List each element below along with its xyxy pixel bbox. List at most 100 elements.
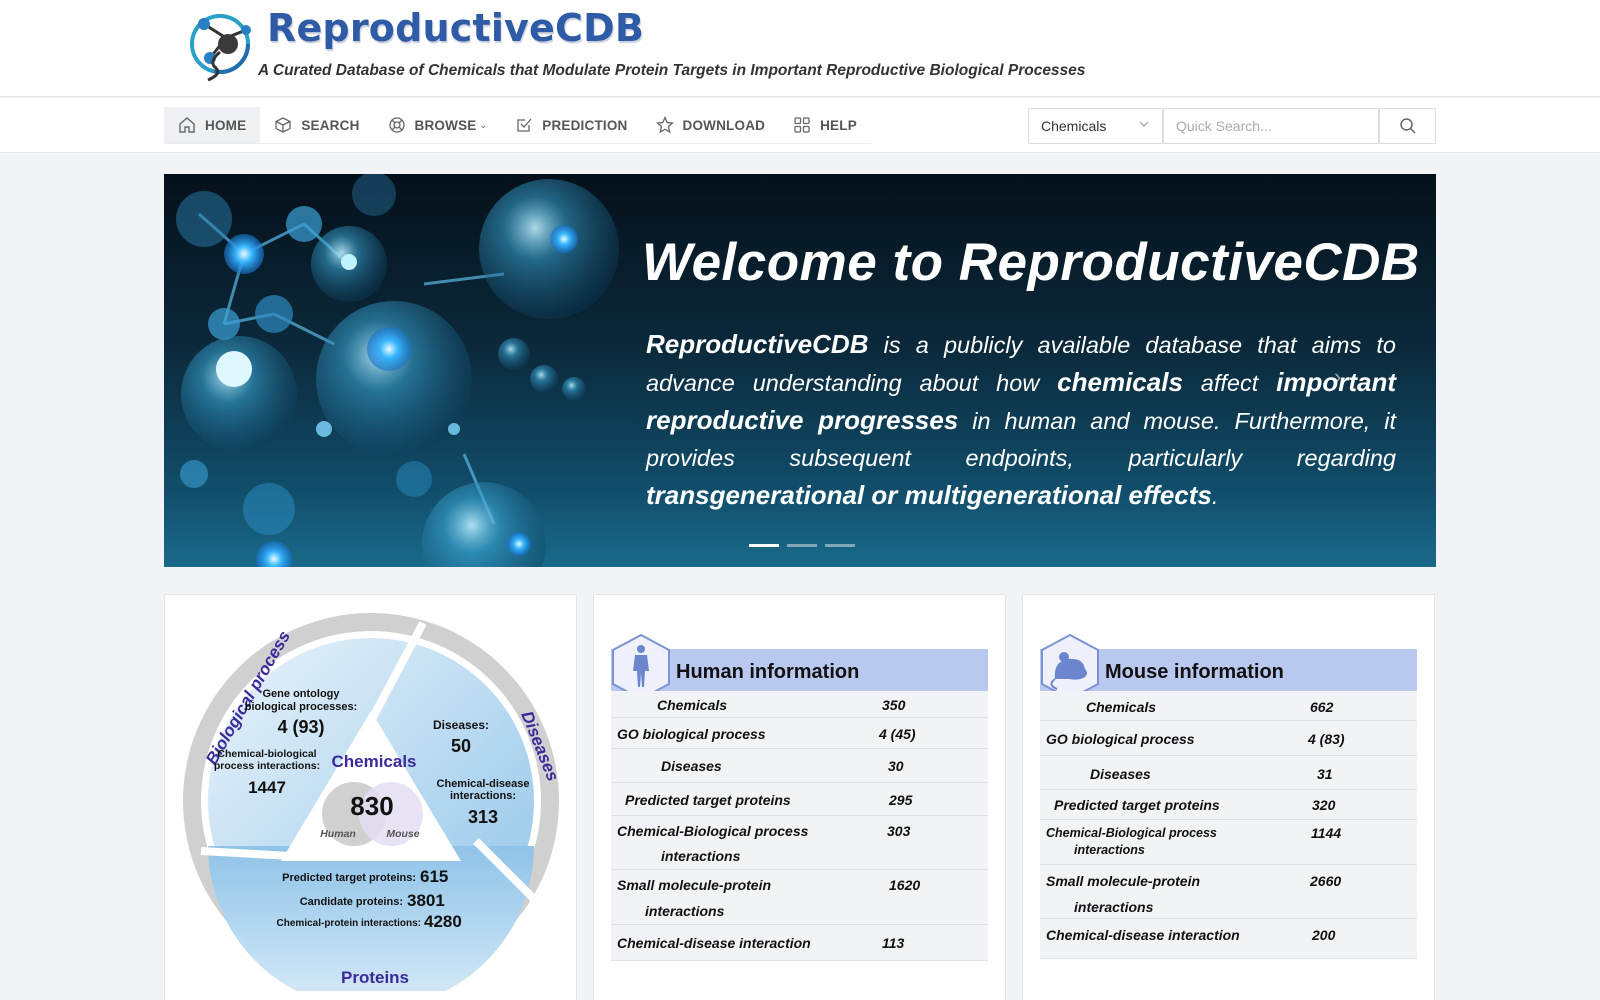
table-row: Chemicals 350	[611, 691, 988, 718]
lifebuoy-icon	[388, 117, 405, 133]
table-row: Diseases 31	[1040, 756, 1417, 790]
table-row: GO biological process 4 (83)	[1040, 721, 1417, 756]
row-label-continued: interactions	[1074, 843, 1145, 857]
banner-text-part: .	[1211, 483, 1219, 509]
mouse-label: Mouse	[386, 828, 419, 840]
row-label: Chemical-disease interaction	[1046, 927, 1240, 943]
row-label: Predicted target proteins	[1054, 797, 1220, 813]
row-label-continued: interactions	[645, 903, 725, 919]
row-label: GO biological process	[1046, 731, 1195, 747]
ptp-label: Predicted target proteins:	[282, 872, 416, 884]
nav-menu: HOME SEARCH BROWSE ⌄ PREDICTION DOWNLOAD…	[164, 107, 871, 144]
row-label: Chemicals	[657, 697, 728, 713]
table-row: Predicted target proteins 295	[611, 783, 988, 816]
row-label: GO biological process	[617, 726, 766, 742]
grid-icon	[794, 117, 810, 133]
row-label: Predicted target proteins	[625, 792, 791, 808]
carousel-indicator-1[interactable]	[749, 544, 779, 547]
row-label: Chemical-Biological process	[617, 823, 809, 839]
chevron-down-icon	[1139, 121, 1149, 127]
ptp-value: 615	[420, 867, 448, 886]
search-category-select[interactable]: Chemicals	[1028, 108, 1163, 144]
table-row: Predicted target proteins 320	[1040, 790, 1417, 820]
overview-card: Biological process Diseases Proteins Gen…	[164, 594, 577, 1000]
table-row: Chemical-Biological process interactions…	[1040, 820, 1417, 865]
search-category-value: Chemicals	[1041, 118, 1107, 134]
carousel-indicator-3[interactable]	[825, 544, 855, 547]
quick-search-input[interactable]	[1163, 108, 1379, 144]
overview-wheel-diagram: Biological process Diseases Proteins Gen…	[183, 613, 561, 991]
banner-title: Welcome to ReproductiveCDB	[642, 233, 1420, 292]
carousel-indicator-2[interactable]	[787, 544, 817, 547]
banner-description: ReproductiveCDB is a publicly available …	[646, 326, 1396, 515]
mouse-info-card: Mouse information Chemicals 662 GO biolo…	[1022, 594, 1435, 1000]
site-subtitle: A Curated Database of Chemicals that Mod…	[258, 62, 1086, 79]
row-value: 31	[1317, 766, 1333, 782]
human-info-title: Human information	[676, 661, 860, 683]
mouse-info-title: Mouse information	[1105, 661, 1284, 683]
row-value: 320	[1312, 797, 1336, 813]
molecule-illustration	[176, 174, 619, 567]
human-info-card: Human information Chemicals 350 GO biolo…	[593, 594, 1006, 1000]
table-row: GO biological process 4 (45)	[611, 718, 988, 749]
ring-label-proteins: Proteins	[341, 968, 409, 987]
cpi-value: 4280	[424, 912, 462, 931]
row-value: 303	[887, 823, 911, 839]
nav-home[interactable]: HOME	[164, 107, 261, 143]
row-value: 350	[882, 697, 906, 713]
nav-browse[interactable]: BROWSE ⌄	[374, 107, 502, 143]
nav-search-label: SEARCH	[301, 117, 360, 133]
chemicals-label: Chemicals	[331, 752, 416, 771]
row-label: Chemicals	[1086, 699, 1157, 715]
nav-download[interactable]: DOWNLOAD	[642, 107, 780, 143]
go-label-line2: biological processes:	[245, 701, 357, 713]
row-value: 30	[888, 758, 904, 774]
row-label: Chemical-disease interaction	[617, 935, 811, 951]
row-value: 295	[889, 792, 913, 808]
row-value: 113	[882, 935, 905, 951]
human-label: Human	[320, 828, 356, 840]
carousel-next-icon[interactable]: ›	[1334, 364, 1341, 390]
home-icon	[179, 117, 195, 133]
nav-home-label: HOME	[205, 117, 247, 133]
search-button[interactable]	[1379, 108, 1436, 144]
diseases-label: Diseases:	[433, 718, 489, 732]
row-value: 200	[1312, 927, 1336, 943]
nav-prediction[interactable]: PREDICTION	[501, 107, 641, 143]
logo-icon[interactable]	[186, 6, 258, 82]
chemicals-value: 830	[350, 791, 393, 821]
row-value: 662	[1310, 699, 1334, 715]
checkbox-icon	[517, 118, 532, 132]
star-icon	[655, 116, 674, 134]
table-row: Small molecule-protein interactions 1620	[611, 870, 988, 925]
site-header: ReproductiveCDB A Curated Database of Ch…	[0, 0, 1600, 97]
cd-label-line2: interactions:	[450, 790, 516, 802]
nav-browse-label: BROWSE	[414, 117, 477, 133]
nav-download-label: DOWNLOAD	[682, 117, 766, 133]
banner-text-part: ReproductiveCDB	[646, 329, 869, 359]
nav-help[interactable]: HELP	[779, 107, 871, 143]
chevron-down-icon: ⌄	[479, 119, 488, 130]
row-label: Small molecule-protein	[617, 877, 772, 893]
diseases-value: 50	[451, 736, 471, 756]
nav-prediction-label: PREDICTION	[542, 117, 628, 133]
human-info-table: Chemicals 350 GO biological process 4 (4…	[611, 691, 988, 961]
cbp-label-line2: process interactions:	[214, 760, 320, 772]
banner-text-part: affect	[1182, 370, 1277, 396]
candidate-value: 3801	[407, 891, 445, 910]
row-value: 1620	[889, 877, 921, 893]
row-label: Diseases	[1090, 766, 1151, 782]
row-label: Diseases	[661, 758, 722, 774]
row-label-continued: interactions	[1074, 899, 1154, 915]
carousel-indicators	[749, 544, 855, 547]
cbp-label-line1: Chemical-biological	[217, 748, 316, 760]
hero-carousel[interactable]: Welcome to ReproductiveCDB ReproductiveC…	[164, 174, 1436, 567]
nav-help-label: HELP	[820, 117, 857, 133]
candidate-label: Candidate proteins:	[300, 896, 403, 908]
cd-label-line1: Chemical-disease	[437, 778, 530, 790]
nav-search[interactable]: SEARCH	[260, 107, 373, 143]
row-label-continued: interactions	[661, 848, 741, 864]
table-row: Chemical-disease interaction 200	[1040, 919, 1417, 959]
cpi-label: Chemical-protein interactions:	[277, 918, 421, 929]
go-label-line1: Gene ontology	[263, 688, 341, 700]
